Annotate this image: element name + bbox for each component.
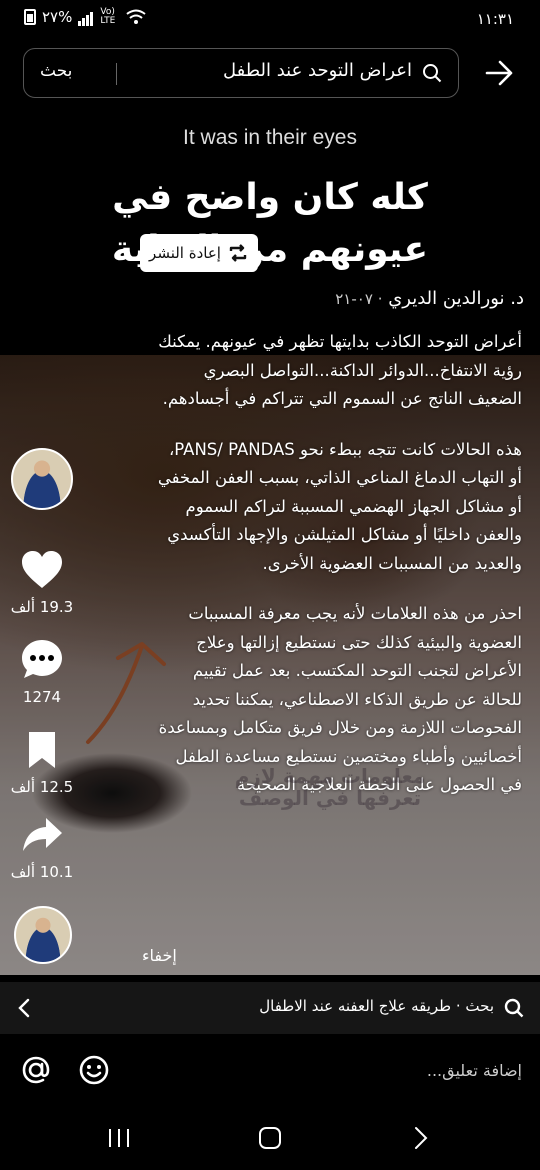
search-bar[interactable]: بحث اعراض التوحد عند الطفل bbox=[23, 48, 459, 98]
share-button[interactable]: 10.1 ألف bbox=[0, 815, 84, 881]
bookmark-icon bbox=[29, 732, 55, 768]
signal-icon bbox=[78, 8, 94, 26]
post-date: ٠٧-٢١ bbox=[335, 290, 373, 308]
search-icon bbox=[504, 998, 524, 1018]
repost-icon bbox=[229, 244, 247, 262]
search-button[interactable]: بحث bbox=[40, 61, 72, 81]
like-button[interactable]: 19.3 ألف bbox=[0, 550, 84, 616]
home-icon[interactable] bbox=[257, 1126, 283, 1150]
comment-icon bbox=[22, 640, 62, 678]
status-left: ٢٧% Vo) LTE bbox=[24, 7, 147, 26]
network-type: Vo) LTE bbox=[100, 7, 116, 26]
video-title-ar: كله كان واضح في عيونهم من البداية bbox=[111, 177, 429, 270]
comment-button[interactable]: 1274 bbox=[0, 638, 84, 706]
divider bbox=[116, 63, 117, 85]
chevron-left-icon[interactable] bbox=[18, 998, 30, 1018]
suggestion-text[interactable]: بحث · طريقه علاج العفنه عند الاطفال bbox=[259, 997, 494, 1015]
battery-icon bbox=[24, 9, 36, 25]
comment-bar: إضافة تعليق... bbox=[0, 1034, 540, 1110]
like-count: 19.3 ألف bbox=[10, 598, 74, 616]
recents-icon[interactable] bbox=[106, 1126, 132, 1150]
at-icon[interactable] bbox=[20, 1054, 52, 1086]
share-icon bbox=[23, 818, 62, 851]
comment-input[interactable]: إضافة تعليق... bbox=[427, 1061, 522, 1080]
back-arrow-icon[interactable] bbox=[484, 58, 514, 88]
wifi-icon bbox=[126, 9, 147, 24]
drawn-arrow bbox=[86, 642, 166, 744]
repost-label: إعادة النشر bbox=[149, 244, 221, 262]
save-button[interactable]: 12.5 ألف bbox=[0, 730, 84, 796]
avatar[interactable] bbox=[11, 448, 73, 510]
hide-description-button[interactable]: إخفاء bbox=[142, 946, 177, 965]
search-suggestion-bar[interactable]: بحث · طريقه علاج العفنه عند الاطفال bbox=[0, 982, 540, 1034]
system-nav-bar bbox=[0, 1110, 540, 1170]
emoji-icon[interactable] bbox=[78, 1054, 110, 1086]
clock: ١١:٣١ bbox=[476, 10, 514, 28]
video-player[interactable]: It was in their eyes كله كان واضح في عيو… bbox=[0, 110, 540, 980]
repost-button[interactable]: إعادة النشر bbox=[140, 234, 258, 272]
save-count: 12.5 ألف bbox=[10, 778, 74, 796]
comment-count: 1274 bbox=[22, 688, 62, 706]
video-watermark: معلومات مهمة لازم تعرفها في الوصف bbox=[234, 764, 426, 810]
back-icon[interactable] bbox=[410, 1126, 432, 1150]
battery-level: ٢٧% bbox=[42, 8, 73, 26]
search-input[interactable]: اعراض التوحد عند الطفل bbox=[223, 60, 412, 81]
author-line[interactable]: د. نورالدين الديري · ٠٧-٢١ bbox=[335, 288, 524, 309]
description-paragraph: أعراض التوحد الكاذب بدايتها تظهر في عيون… bbox=[158, 332, 522, 408]
music-avatar[interactable] bbox=[14, 906, 72, 964]
search-icon bbox=[423, 64, 442, 83]
share-count: 10.1 ألف bbox=[10, 863, 74, 881]
status-bar: ٢٧% Vo) LTE ١١:٣١ bbox=[0, 0, 540, 40]
author-name[interactable]: د. نورالدين الديري bbox=[388, 288, 524, 309]
heart-icon bbox=[22, 551, 62, 588]
description-paragraph: هذه الحالات كانت تتجه ببطء نحو PANS/ PAN… bbox=[157, 439, 522, 573]
video-title-en: It was in their eyes bbox=[183, 126, 357, 149]
